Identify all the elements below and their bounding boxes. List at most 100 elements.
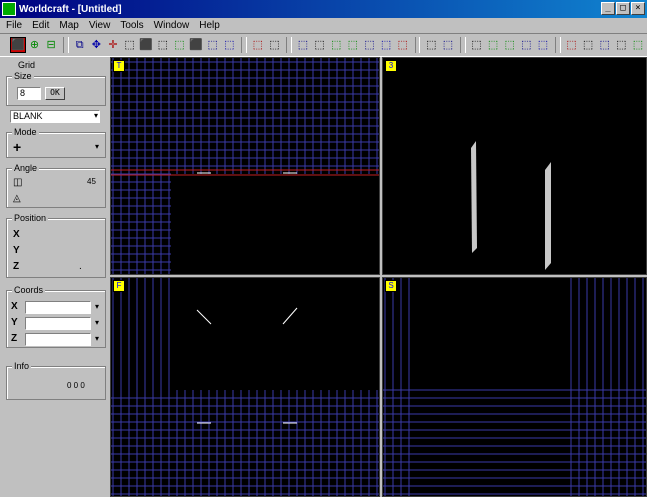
viewport-front[interactable]: F [110,277,380,497]
close-button[interactable]: × [631,2,645,15]
toolbar-separator [62,37,69,53]
toolbar-button-13[interactable]: ⬚ [221,37,237,53]
menu-file[interactable]: File [6,20,22,31]
mode-label: Mode [12,127,39,137]
toolbar-button-16[interactable]: ⬚ [295,37,311,53]
toolbar-button-14[interactable]: ⬚ [250,37,266,53]
position-y-label: Y [13,245,20,256]
viewport-front-grid [111,278,379,496]
toolbar-button-31[interactable]: ⬚ [580,37,596,53]
grid-size-ok-button[interactable]: OK [45,87,65,100]
viewport-front-icon[interactable]: F [113,280,125,292]
toolbar-button-21[interactable]: ⬚ [378,37,394,53]
menu-view[interactable]: View [89,20,111,31]
toolbar-button-15[interactable]: ⬚ [267,37,283,53]
coords-x-label: X [11,301,18,312]
toolbar-button-24[interactable]: ⬚ [440,37,456,53]
texture-select[interactable]: BLANK [10,110,100,123]
menu-map[interactable]: Map [59,20,78,31]
grid-size-field[interactable]: 8 [17,87,41,100]
brush-right[interactable] [545,162,551,270]
position-z-value: . [79,261,82,272]
coords-z-field[interactable] [25,333,91,346]
menu-window[interactable]: Window [154,20,190,31]
angle-label: Angle [12,163,40,173]
texture-dropdown-arrow[interactable]: ▾ [92,110,100,123]
toolbar-button-10[interactable]: ⬚ [172,37,188,53]
toolbar-button-33[interactable]: ⬚ [614,37,630,53]
toolbar-button-17[interactable]: ⬚ [312,37,328,53]
toolbar-button-34[interactable]: ⬚ [630,37,646,53]
maximize-button[interactable]: □ [616,2,630,15]
sidebar: Grid Size 8 OK BLANK ▾ Mode + ▾ Angle ◫ … [0,58,110,497]
viewport-3d-icon[interactable]: 3 [385,60,397,72]
toolbar-button-29[interactable]: ⬚ [535,37,551,53]
angle-value[interactable]: 45 [87,177,96,186]
info-group: Info 0 0 0 [6,361,106,400]
position-x-label: X [13,229,20,240]
toolbar-button-7[interactable]: ⬚ [122,37,138,53]
viewport-side[interactable]: S [382,277,647,497]
grid-size-group: Size 8 OK [6,71,106,106]
toolbar-button-30[interactable]: ⬚ [564,37,580,53]
menu-tools[interactable]: Tools [120,20,143,31]
position-z-label: Z [13,261,20,272]
position-label: Position [12,213,49,223]
title-bar[interactable]: Worldcraft - [Untitled] _ □ × [0,0,647,18]
toolbar-button-20[interactable]: ⬚ [362,37,378,53]
toolbar-button-9[interactable]: ⬚ [155,37,171,53]
grid-size-label: Size [12,71,34,81]
toolbar-button-28[interactable]: ⬚ [518,37,534,53]
mode-spin-arrow[interactable]: ▾ [93,141,101,154]
info-label: Info [12,361,32,371]
app-icon [2,2,16,16]
minimize-button[interactable]: _ [601,2,615,15]
viewport-top[interactable]: T [110,57,380,275]
coords-x-field[interactable] [25,301,91,314]
toolbar-button-25[interactable]: ⬚ [469,37,485,53]
toolbar: ⬛ ⊕ ⊟ ⧉ ✥ ✛ ⬚ ⬛ ⬚ ⬚ ⬛ ⬚ ⬚ ⬚ ⬚ ⬚ ⬚ ⬚ ⬚ ⬚ ⬚ ⬚ ⬚ ⬚ ⬚ ⬚ ⬚ ⬚ ⬚ ⬚ ⬚ ⬚ ⬚ ⬚ [0,33,647,57]
coords-label: Coords [12,285,46,295]
viewport-top-grid [111,58,379,274]
toolbar-button-12[interactable]: ⬚ [205,37,221,53]
angle-rotate-icon[interactable]: ◬ [13,193,21,204]
menu-edit[interactable]: Edit [32,20,49,31]
coords-y-field[interactable] [25,317,91,330]
toolbar-button-23[interactable]: ⬚ [423,37,439,53]
toolbar-button-19[interactable]: ⬚ [345,37,361,53]
toolbar-button-3[interactable]: ⊟ [43,37,59,53]
angle-icon: ◫ [13,177,23,188]
viewport-side-icon[interactable]: S [385,280,397,292]
toolbar-button-26[interactable]: ⬚ [485,37,501,53]
toolbar-button-11[interactable]: ⬛ [188,37,204,53]
viewport-top-icon[interactable]: T [113,60,125,72]
brush-left[interactable] [471,141,477,253]
coords-z-label: Z [11,333,18,344]
toolbar-button-2[interactable]: ⊕ [27,37,43,53]
window-title: Worldcraft - [Untitled] [19,3,122,15]
toolbar-button-18[interactable]: ⬚ [328,37,344,53]
coords-x-spin[interactable]: ▾ [93,301,101,314]
sidebar-top-label: Grid [18,60,36,70]
viewport-3d-scene [471,141,551,270]
toolbar-button-6[interactable]: ✛ [105,37,121,53]
viewport-3d[interactable]: 3 [382,57,647,275]
info-value: 0 0 0 [67,381,85,390]
viewport-area: T 3 F S [110,57,647,497]
toolbar-button-32[interactable]: ⬚ [597,37,613,53]
toolbar-button-8[interactable]: ⬛ [138,37,154,53]
mode-value[interactable]: + [13,139,21,155]
toolbar-button-1[interactable]: ⬛ [10,37,26,53]
coords-z-spin[interactable]: ▾ [93,333,101,346]
toolbar-button-4[interactable]: ⧉ [72,37,88,53]
toolbar-separator [554,37,561,53]
toolbar-button-22[interactable]: ⬚ [395,37,411,53]
brush-edge [282,307,298,325]
coords-y-spin[interactable]: ▾ [93,317,101,330]
viewport-side-grid [383,278,646,496]
toolbar-button-5[interactable]: ✥ [88,37,104,53]
toolbar-button-27[interactable]: ⬚ [502,37,518,53]
coords-y-label: Y [11,317,18,328]
toolbar-separator [414,37,421,53]
menu-help[interactable]: Help [199,20,220,31]
